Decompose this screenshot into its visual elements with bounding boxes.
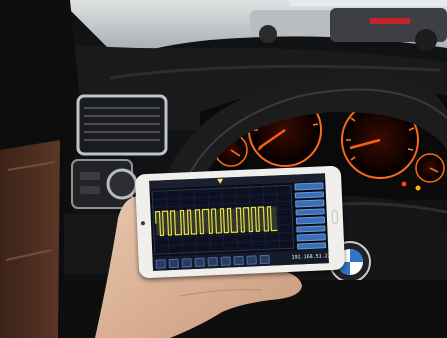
phone-screen: 192.168.51.22	[149, 173, 329, 271]
screenshot-icon[interactable]	[233, 255, 244, 265]
right-control-panel	[294, 182, 327, 250]
cursor-icon[interactable]	[168, 258, 179, 268]
channel-control-button[interactable]	[295, 199, 325, 208]
channel-control-button[interactable]	[296, 233, 326, 242]
settings-icon[interactable]	[220, 255, 231, 266]
waveform-plot[interactable]	[151, 184, 295, 255]
channel-control-button[interactable]	[296, 241, 327, 250]
measure-icon[interactable]	[194, 257, 205, 267]
menu-icon[interactable]	[155, 258, 166, 269]
zoom-icon[interactable]	[207, 256, 218, 266]
channel-control-button[interactable]	[295, 207, 325, 216]
car-interior-photo	[0, 0, 447, 338]
smartphone: 192.168.51.22	[134, 165, 346, 279]
folder-icon[interactable]	[246, 254, 257, 265]
front-camera	[140, 221, 146, 226]
export-icon[interactable]	[259, 254, 270, 264]
channel-control-button[interactable]	[294, 182, 324, 191]
channel-control-button[interactable]	[295, 216, 326, 225]
channel-control-button[interactable]	[296, 224, 326, 233]
home-button	[331, 209, 339, 224]
light-switch-knob	[106, 168, 138, 200]
ip-address: 192.168.51.22	[291, 253, 329, 261]
play-icon[interactable]	[181, 257, 192, 268]
channel-control-button[interactable]	[294, 190, 325, 199]
trigger-marker[interactable]	[217, 178, 224, 184]
